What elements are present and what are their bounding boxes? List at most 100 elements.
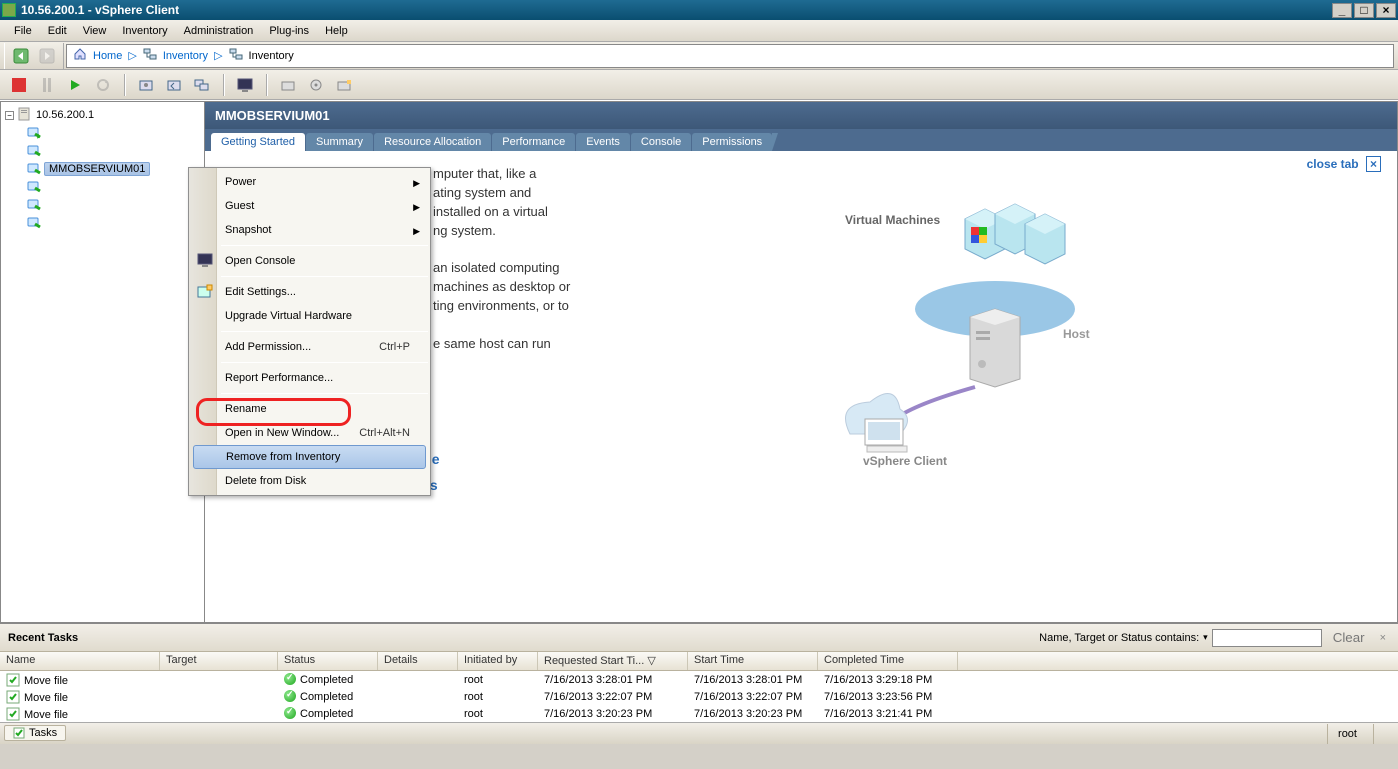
reset-button[interactable] — [92, 74, 114, 96]
tree-vm-row[interactable] — [5, 214, 200, 232]
minimize-button[interactable]: _ — [1332, 3, 1352, 18]
close-tab-link[interactable]: close tab × — [1307, 157, 1381, 171]
menu-plugins[interactable]: Plug-ins — [261, 22, 317, 40]
tab-getting-started[interactable]: Getting Started — [211, 133, 305, 151]
recent-filter-clear[interactable]: Clear — [1326, 627, 1372, 648]
snapshot-manager-button[interactable] — [191, 74, 213, 96]
menu-help[interactable]: Help — [317, 22, 356, 40]
connect-cd-button[interactable] — [277, 74, 299, 96]
task-row[interactable]: Move fileCompletedroot7/16/2013 3:22:07 … — [0, 688, 1398, 705]
col-target[interactable]: Target — [160, 652, 278, 670]
ctx-upgrade-hw[interactable]: Upgrade Virtual Hardware — [191, 304, 428, 328]
breadcrumb-inventory-1[interactable]: Inventory — [163, 50, 208, 62]
task-requested: 7/16/2013 3:28:01 PM — [538, 673, 688, 687]
tree-vm-row[interactable] — [5, 196, 200, 214]
col-requested[interactable]: Requested Start Ti... ▽ — [538, 652, 688, 670]
toolbar-separator — [266, 74, 267, 96]
col-completed[interactable]: Completed Time — [818, 652, 958, 670]
tab-summary[interactable]: Summary — [306, 133, 373, 151]
toolbar-separator — [223, 74, 224, 96]
tree-vm-row[interactable] — [5, 178, 200, 196]
snapshot-button[interactable] — [135, 74, 157, 96]
col-start[interactable]: Start Time — [688, 652, 818, 670]
power-on-button[interactable] — [64, 74, 86, 96]
ctx-add-permission[interactable]: Add Permission...Ctrl+P — [191, 335, 428, 359]
grid-header: Name Target Status Details Initiated by … — [0, 652, 1398, 671]
task-icon — [6, 690, 20, 704]
tab-permissions[interactable]: Permissions — [692, 133, 772, 151]
tab-events[interactable]: Events — [576, 133, 630, 151]
ctx-remove-from-inventory[interactable]: Remove from Inventory — [193, 445, 426, 469]
task-name: Move file — [24, 692, 68, 704]
maximize-button[interactable]: □ — [1354, 3, 1374, 18]
power-off-button[interactable] — [8, 74, 30, 96]
menubar: File Edit View Inventory Administration … — [0, 20, 1398, 42]
close-tab-label: close tab — [1307, 157, 1359, 171]
ctx-guest[interactable]: Guest▶ — [191, 194, 428, 218]
ctx-snapshot[interactable]: Snapshot▶ — [191, 218, 428, 242]
revert-snapshot-button[interactable] — [163, 74, 185, 96]
illus-vms-label: Virtual Machines — [845, 213, 940, 227]
tree-vm-label — [44, 222, 48, 224]
menu-edit[interactable]: Edit — [40, 22, 75, 40]
ctx-open-console[interactable]: Open Console — [191, 249, 428, 273]
col-status[interactable]: Status — [278, 652, 378, 670]
task-name: Move file — [24, 709, 68, 721]
status-ok-icon — [284, 690, 296, 702]
task-name: Move file — [24, 675, 68, 687]
home-icon[interactable] — [73, 47, 87, 64]
edit-settings-button[interactable] — [333, 74, 355, 96]
inventory-tree[interactable]: − 10.56.200.1 MMOBSERVIUM01 — [0, 101, 205, 623]
nav-back-button[interactable] — [9, 44, 33, 68]
ctx-edit-settings[interactable]: Edit Settings... — [191, 280, 428, 304]
close-tab-x-icon[interactable]: × — [1366, 156, 1381, 172]
tree-host-row[interactable]: − 10.56.200.1 — [5, 106, 200, 124]
console-button[interactable] — [234, 74, 256, 96]
task-details — [378, 679, 458, 681]
task-initiated-by: root — [458, 673, 538, 687]
tab-console[interactable]: Console — [631, 133, 691, 151]
menu-view[interactable]: View — [75, 22, 115, 40]
recent-tasks-grid[interactable]: Name Target Status Details Initiated by … — [0, 652, 1398, 722]
recent-filter-input[interactable] — [1212, 629, 1322, 647]
recent-close-icon[interactable]: × — [1376, 632, 1390, 644]
ctx-power[interactable]: Power▶ — [191, 170, 428, 194]
desc-fragment: installed on a virtual — [433, 203, 813, 222]
nav-toolbar: Home ▷ Inventory ▷ Inventory — [0, 42, 1398, 70]
breadcrumb-home[interactable]: Home — [93, 50, 122, 62]
task-row[interactable]: Move fileCompletedroot7/16/2013 3:20:23 … — [0, 705, 1398, 722]
tree-vm-row[interactable] — [5, 124, 200, 142]
nav-forward-button[interactable] — [35, 44, 59, 68]
menu-administration[interactable]: Administration — [176, 22, 262, 40]
status-tab-tasks[interactable]: Tasks — [4, 725, 66, 741]
tab-resource-allocation[interactable]: Resource Allocation — [374, 133, 491, 151]
menu-file[interactable]: File — [6, 22, 40, 40]
vm-header: MMOBSERVIUM01 — [205, 102, 1397, 129]
status-resize-grip[interactable] — [1373, 724, 1394, 744]
context-menu: Power▶ Guest▶ Snapshot▶ Open Console Edi… — [188, 167, 431, 496]
ctx-delete-from-disk[interactable]: Delete from Disk — [191, 469, 428, 493]
desc-fragment: ng system. — [433, 222, 813, 241]
menu-inventory[interactable]: Inventory — [114, 22, 175, 40]
tree-vm-row[interactable] — [5, 142, 200, 160]
status-tab-label: Tasks — [29, 727, 57, 739]
task-icon — [6, 707, 20, 721]
submenu-arrow-icon: ▶ — [413, 226, 420, 237]
connect-floppy-button[interactable] — [305, 74, 327, 96]
col-details[interactable]: Details — [378, 652, 458, 670]
tree-vm-row-selected[interactable]: MMOBSERVIUM01 — [5, 160, 200, 178]
task-row[interactable]: Move fileCompletedroot7/16/2013 3:28:01 … — [0, 671, 1398, 688]
collapse-icon[interactable]: − — [5, 111, 14, 120]
close-button[interactable]: × — [1376, 3, 1396, 18]
tree-vm-label — [44, 204, 48, 206]
tree-vm-label — [44, 132, 48, 134]
tab-performance[interactable]: Performance — [492, 133, 575, 151]
illus-host-label: Host — [1063, 327, 1090, 341]
dropdown-icon[interactable]: ▾ — [1203, 632, 1208, 643]
pause-button[interactable] — [36, 74, 58, 96]
task-completed: 7/16/2013 3:23:56 PM — [818, 690, 958, 704]
col-name[interactable]: Name — [0, 652, 160, 670]
ctx-report-performance[interactable]: Report Performance... — [191, 366, 428, 390]
vm-icon — [27, 180, 41, 194]
col-initiated[interactable]: Initiated by — [458, 652, 538, 670]
